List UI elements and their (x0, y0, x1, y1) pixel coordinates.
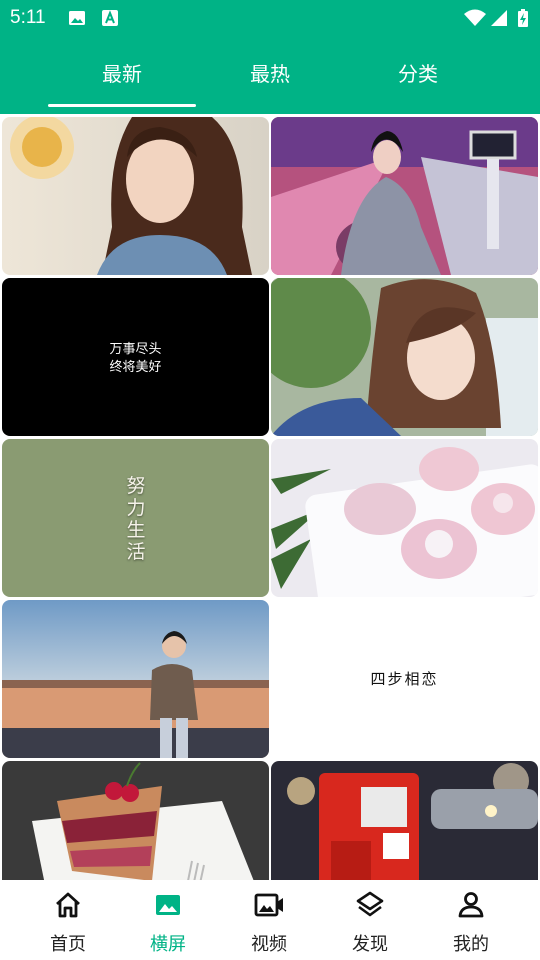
wallpaper-man-rooftop (2, 600, 269, 758)
wallpaper-tile[interactable] (2, 117, 269, 275)
quote-line-2: 终将美好 (109, 360, 162, 375)
tab-indicator (48, 104, 196, 107)
nav-profile-label: 我的 (453, 934, 489, 955)
nav-landscape-label: 横屏 (150, 934, 186, 955)
nav-video-label: 视频 (251, 934, 287, 955)
nav-home[interactable]: 首页 (18, 880, 118, 960)
layers-icon (356, 891, 384, 917)
quote-line-1: 万事尽头 (109, 342, 162, 357)
wallpaper-mooncakes (271, 439, 538, 597)
tab-latest[interactable]: 最新 (47, 58, 197, 87)
nav-discover-label: 发现 (352, 934, 388, 955)
gallery-notification-icon (69, 11, 85, 25)
wallpaper-girl-cafe (2, 117, 269, 275)
wallpaper-bowling-model (271, 117, 538, 275)
quote-text: 万事尽头 终将美好 (2, 341, 269, 377)
battery-icon (518, 9, 528, 27)
top-tab-bar: 最新 最热 分类 (0, 36, 540, 114)
wallpaper-tile[interactable] (271, 439, 538, 597)
wallpaper-tile[interactable] (2, 600, 269, 758)
wallpaper-tile[interactable]: 努力生活 (2, 439, 269, 597)
wallpaper-tile[interactable] (271, 117, 538, 275)
wallpaper-girl-striped (271, 278, 538, 436)
tab-hottest[interactable]: 最热 (195, 58, 345, 87)
image-icon (156, 895, 180, 915)
signal-icon (491, 10, 507, 26)
wallpaper-tile[interactable] (271, 761, 538, 880)
person-icon (458, 892, 484, 918)
vertical-quote-text: 努力生活 (126, 475, 146, 563)
status-time: 5:11 (10, 7, 46, 28)
wallpaper-postbox-night (271, 761, 538, 880)
nav-video[interactable]: 视频 (219, 880, 319, 960)
quote-text: 四步相恋 (370, 670, 439, 688)
wallpaper-tile[interactable]: 四步相恋 (271, 600, 538, 758)
wallpaper-tile[interactable] (2, 761, 269, 880)
nav-discover[interactable]: 发现 (320, 880, 420, 960)
tab-category[interactable]: 分类 (343, 58, 493, 87)
nav-profile[interactable]: 我的 (421, 880, 521, 960)
wifi-icon (464, 9, 486, 26)
wallpaper-grid[interactable]: 万事尽头 终将美好 努力生活 四步相恋 (0, 114, 540, 880)
wallpaper-cake (2, 761, 269, 880)
home-icon (56, 892, 80, 918)
nav-landscape[interactable]: 横屏 (118, 880, 218, 960)
wallpaper-tile[interactable] (271, 278, 538, 436)
video-icon (254, 893, 283, 917)
status-bar: 5:11 (0, 0, 540, 36)
nav-home-label: 首页 (50, 934, 86, 955)
app-notification-icon (102, 10, 118, 26)
wallpaper-tile[interactable]: 万事尽头 终将美好 (2, 278, 269, 436)
bottom-navigation: 首页 横屏 视频 发现 我的 (0, 880, 540, 960)
